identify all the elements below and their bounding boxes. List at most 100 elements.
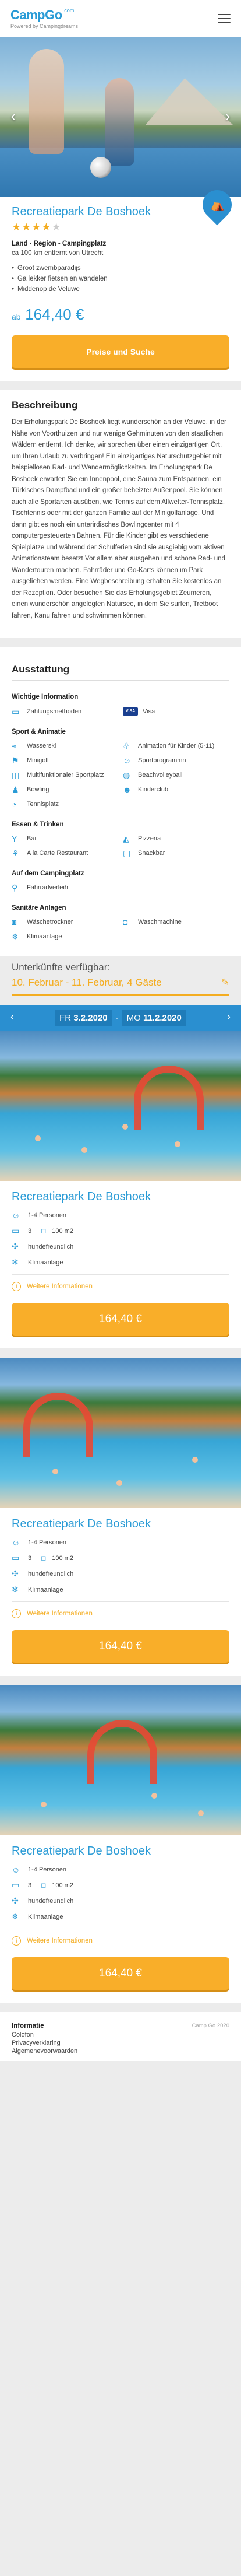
powered-by: Powered by Campingdreams	[10, 23, 79, 29]
price-prefix: ab	[12, 312, 21, 321]
edit-icon[interactable]: ✎	[221, 977, 229, 989]
washer-icon: ◘	[123, 917, 128, 927]
footer-link-privacy[interactable]: Privacyverklaring	[12, 2039, 229, 2047]
acc-aircon: ❄ Klimaanlage	[12, 1585, 63, 1594]
restaurant-icon: ⚘	[12, 849, 19, 858]
menu-icon[interactable]	[218, 13, 231, 23]
description-text: Der Erholungspark De Boshoek liegt wunde…	[12, 419, 226, 619]
amenity-group-title: Auf dem Campingplatz	[12, 870, 84, 877]
volleyball-icon: ◍	[123, 770, 130, 780]
info-icon: i	[12, 1936, 21, 1946]
snack-icon: ▢	[123, 849, 131, 858]
hero-image: ‹ ›	[0, 37, 241, 197]
logo[interactable]: CampGo.com Powered by Campingdreams	[10, 8, 78, 29]
bowling-icon: ♟	[12, 785, 19, 794]
date-to[interactable]: MO 11.2.2020	[122, 1009, 186, 1026]
feature-item: Groot zwembparadijs	[12, 265, 229, 272]
field-icon: ◫	[12, 770, 20, 780]
paw-icon: ✣	[12, 1569, 19, 1578]
amenities-heading: Ausstattung	[12, 664, 229, 681]
amenity-item: ▭ Zahlungsmethoden	[12, 706, 82, 716]
price-amount: 164,40 €	[25, 306, 84, 323]
chevron-left-icon[interactable]: ‹	[5, 107, 22, 125]
visa-icon: VISA	[123, 707, 138, 716]
accommodation-card: Recreatiepark De Boshoek ☺ 1-4 Personen ▭…	[0, 1685, 241, 2003]
bed-icon: ▭	[12, 1226, 20, 1235]
feature-item: Middenop de Veluwe	[12, 286, 229, 293]
bed-icon: ▭	[12, 1553, 20, 1562]
amenities-section: Ausstattung Wichtige Information ▭ Zahlun…	[0, 647, 241, 956]
kids-icon: ☻	[123, 785, 132, 794]
more-info-link[interactable]: i Weitere Informationen	[12, 1601, 229, 1618]
description-section: Beschreibung Der Erholungspark De Boshoe…	[0, 390, 241, 638]
amenity-item: Y Bar	[12, 834, 37, 843]
logo-suffix: .com	[62, 8, 75, 13]
availability-panel: Unterkünfte verfügbar: 10. Februar - 11.…	[0, 956, 241, 1005]
site-header: CampGo.com Powered by Campingdreams	[0, 0, 241, 37]
acc-pets: ✣ hundefreundlich	[12, 1569, 74, 1578]
more-info-link[interactable]: i Weitere Informationen	[12, 1274, 229, 1291]
star-icon: ★	[31, 221, 42, 233]
star-icon: ★	[41, 221, 52, 233]
date-from[interactable]: FR 3.2.2020	[55, 1009, 112, 1026]
price-from: ab 164,40 €	[12, 306, 229, 324]
area-icon: ◻	[41, 1555, 47, 1562]
person-icon: ☺	[12, 1538, 20, 1547]
amenity-item: ⚑ Minigolf	[12, 756, 49, 765]
pool-photo[interactable]	[0, 1031, 241, 1181]
amenity-group-sanitary: Sanitäre Anlagen ◙ Wäschetrockner ◘ Waschm…	[12, 905, 229, 941]
feature-item: Ga lekker fietsen en wandelen	[12, 275, 229, 282]
park-features: Groot zwembparadijs Ga lekker fietsen en…	[12, 265, 229, 293]
area-icon: ◻	[41, 1882, 47, 1889]
amenity-item: ◔ Tennisplatz	[12, 800, 59, 809]
date-separator: -	[115, 1012, 119, 1023]
area-icon: ◻	[41, 1228, 47, 1235]
bike-icon: ⚲	[12, 883, 18, 892]
date-navigation: ‹ FR 3.2.2020 - MO 11.2.2020 ›	[0, 1005, 241, 1031]
availability-label: Unterkünfte verfügbar:	[12, 962, 111, 973]
balloon-icon: ♧	[123, 741, 130, 751]
pool-photo[interactable]	[0, 1685, 241, 1835]
chevron-left-icon[interactable]: ‹	[10, 1011, 14, 1023]
footer-link-terms[interactable]: Algemenevoorwaarden	[12, 2047, 229, 2055]
price-button[interactable]: 164,40 €	[12, 1630, 229, 1663]
logo-text: CampGo	[10, 8, 62, 22]
amenity-item: ◘ Waschmachine	[123, 917, 182, 927]
water-icon: ≈	[12, 741, 16, 751]
description-heading: Beschreibung	[12, 399, 78, 411]
info-icon: i	[12, 1282, 21, 1291]
amenity-item: ☺ Sportprogrammn	[123, 756, 186, 765]
info-icon: i	[12, 1609, 21, 1618]
accommodation-title[interactable]: Recreatiepark De Boshoek	[12, 1845, 229, 1858]
price-button[interactable]: 164,40 €	[12, 1303, 229, 1336]
amenity-group-title: Wichtige Information	[12, 693, 79, 700]
prices-search-button[interactable]: Preise und Suche	[12, 335, 229, 368]
pool-photo[interactable]	[0, 1358, 241, 1508]
availability-range[interactable]: 10. Februar - 11. Februar, 4 Gäste ✎	[12, 977, 229, 996]
chevron-right-icon[interactable]: ›	[227, 1011, 231, 1023]
amenity-item: ◙ Wäschetrockner	[12, 917, 73, 927]
accommodation-title[interactable]: Recreatiepark De Boshoek	[12, 1190, 229, 1204]
amenity-group-title: Essen & Trinken	[12, 821, 64, 828]
acc-aircon: ❄ Klimaanlage	[12, 1257, 63, 1267]
amenity-group-title: Sanitäre Anlagen	[12, 905, 66, 912]
more-info-link[interactable]: i Weitere Informationen	[12, 1929, 229, 1946]
aircon-icon: ❄	[12, 932, 19, 941]
price-button[interactable]: 164,40 €	[12, 1957, 229, 1990]
park-title: Recreatiepark De Boshoek	[12, 205, 151, 218]
golf-icon: ⚑	[12, 756, 19, 765]
chevron-right-icon[interactable]: ›	[219, 107, 236, 125]
acc-rooms: ▭ 3 ◻ 100 m2	[12, 1553, 73, 1562]
acc-pets: ✣ hundefreundlich	[12, 1896, 74, 1905]
footer-link-colofon[interactable]: Colofon	[12, 2031, 229, 2039]
star-icon: ★	[12, 221, 22, 233]
accommodation-title[interactable]: Recreatiepark De Boshoek	[12, 1517, 229, 1531]
amenity-item: ♟ Bowling	[12, 785, 49, 794]
paw-icon: ✣	[12, 1242, 19, 1251]
acc-pets: ✣ hundefreundlich	[12, 1242, 74, 1251]
acc-persons: ☺ 1-4 Personen	[12, 1865, 67, 1874]
park-distance: ca 100 km entfernt von Utrecht	[12, 250, 104, 257]
amenity-group-title: Sport & Animatie	[12, 728, 66, 735]
bar-icon: Y	[12, 834, 17, 843]
availability-range-text: 10. Februar - 11. Februar, 4 Gäste	[12, 977, 162, 988]
